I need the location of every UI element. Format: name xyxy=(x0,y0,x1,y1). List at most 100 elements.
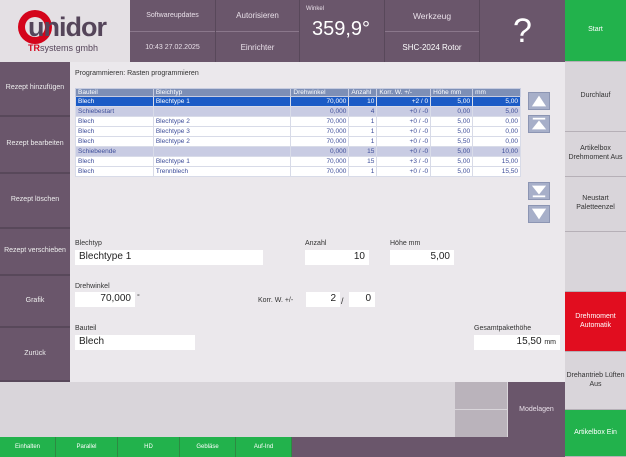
table-cell: 15 xyxy=(348,146,378,157)
bauteil-label: Bauteil xyxy=(75,325,97,332)
table-row[interactable]: Blech Blechtype 2 70,000 1 +0 / -0 5,00 0,00 xyxy=(75,116,521,127)
col-header: Korr. W. +/- xyxy=(376,88,432,97)
table-cell: 5,00 xyxy=(430,96,474,107)
table-cell: 0,00 xyxy=(472,126,521,137)
table-cell: 70,000 xyxy=(290,156,350,167)
user-role: Einrichter xyxy=(216,31,299,62)
table-cell: 70,000 xyxy=(290,96,350,107)
arrow-down-icon xyxy=(531,185,547,198)
winkel-label: Winkel xyxy=(306,6,325,12)
table-cell: 0,00 xyxy=(430,106,474,117)
drehwinkel-field[interactable]: 70,000 xyxy=(75,292,135,307)
winkel-display: Winkel 359,9° xyxy=(300,0,384,62)
bottom-button-2[interactable] xyxy=(455,410,507,437)
table-row[interactable]: Blech Blechtype 3 70,000 1 +0 / -0 5,00 0,00 xyxy=(75,126,521,137)
fkey-empty xyxy=(292,437,565,457)
sidebar-item-add-recipe[interactable]: Rezept hinzufügen xyxy=(0,62,70,117)
authorize-button[interactable]: Autorisieren xyxy=(216,0,299,31)
table-cell: +0 / -0 xyxy=(376,126,432,137)
logo-brand: unidor xyxy=(28,12,107,42)
drehantrieb-lueften-button[interactable]: Drehantrieb Lüften Aus xyxy=(565,352,626,410)
sidebar-item-back[interactable]: Zurück xyxy=(0,328,70,382)
scroll-top-button[interactable] xyxy=(528,92,550,110)
table-cell: Blechtype 3 xyxy=(152,126,292,137)
table-cell: 4 xyxy=(348,106,378,117)
korr-plus-field[interactable]: 2 xyxy=(306,292,340,307)
col-header: Höhe mm xyxy=(430,88,474,97)
durchlauf-button[interactable]: Durchlauf xyxy=(565,62,626,132)
table-cell: 10,00 xyxy=(472,146,521,157)
table-cell: 0,00 xyxy=(472,116,521,127)
start-button[interactable]: Start xyxy=(565,0,626,62)
table-row[interactable]: Blech Blechtype 1 70,000 10 +2 / 0 5,00 5,00 xyxy=(75,96,521,107)
fkey-einhalten[interactable]: Einhalten xyxy=(0,437,56,457)
werkzeug-label: Werkzeug xyxy=(385,0,479,31)
table-cell: 5,00 xyxy=(472,106,521,117)
blechtyp-label: Blechtyp xyxy=(75,240,102,247)
modelagen-button[interactable]: Modelagen xyxy=(508,382,565,437)
table-row[interactable]: Blech Blechtype 2 70,000 1 +0 / -0 5,50 0,00 xyxy=(75,136,521,147)
anzahl-field[interactable]: 10 xyxy=(305,250,369,265)
recipe-table: Bauteil Bleichtyp Drehwinkel Anzahl Korr… xyxy=(75,88,521,177)
table-cell: Blech xyxy=(75,166,154,177)
table-cell: Schiebestart xyxy=(75,106,154,117)
fkey-hd[interactable]: HD xyxy=(118,437,180,457)
table-row[interactable]: Blech Blechtype 1 70,000 15 +3 / -0 5,00 15,00 xyxy=(75,156,521,167)
col-header: Bleichtyp xyxy=(152,88,292,97)
scroll-down-button[interactable] xyxy=(528,182,550,200)
table-row[interactable]: Schiebeende 0,000 15 +0 / -0 5,00 10,00 xyxy=(75,146,521,157)
table-row[interactable]: Blech Trennblech 70,000 1 +0 / -0 5,00 15,50 xyxy=(75,166,521,177)
fkey-geblaese[interactable]: Gebläse xyxy=(180,437,236,457)
table-row[interactable]: Schiebestart 0,000 4 +0 / -0 0,00 5,00 xyxy=(75,106,521,117)
sidebar-item-graphic[interactable]: Grafik xyxy=(0,276,70,328)
anzahl-label: Anzahl xyxy=(305,240,327,247)
hoehe-label: Höhe mm xyxy=(390,240,421,247)
fkey-parallel[interactable]: Parallel xyxy=(56,437,118,457)
col-header: Drehwinkel xyxy=(290,88,350,97)
table-cell: Blech xyxy=(75,116,154,127)
table-cell: 0,000 xyxy=(290,106,350,117)
bottom-button-1[interactable] xyxy=(455,382,507,409)
table-cell xyxy=(152,106,292,117)
table-cell xyxy=(152,146,292,157)
software-button[interactable]: Softwareupdates xyxy=(130,0,215,31)
drehmoment-automatik-button[interactable]: Drehmoment Automatik xyxy=(565,292,626,352)
table-cell: Blechtype 1 xyxy=(152,96,292,107)
table-cell: 1 xyxy=(348,126,378,137)
col-header: Anzahl xyxy=(348,88,378,97)
table-cell: 5,00 xyxy=(430,116,474,127)
table-cell: Blechtype 2 xyxy=(152,136,292,147)
table-cell: +0 / -0 xyxy=(376,136,432,147)
empty-button[interactable] xyxy=(565,232,626,292)
neustart-palette-button[interactable]: Neustart Paletteenzel xyxy=(565,177,626,232)
hoehe-field[interactable]: 5,00 xyxy=(390,250,454,265)
help-button[interactable]: ? xyxy=(480,0,565,62)
table-cell: Blech xyxy=(75,136,154,147)
table-cell: Blechtype 1 xyxy=(152,156,292,167)
scroll-up-button[interactable] xyxy=(528,115,550,133)
blechtyp-field[interactable]: Blechtype 1 xyxy=(75,250,263,265)
table-cell: 1 xyxy=(348,116,378,127)
werkzeug-value[interactable]: SHC-2024 Rotor xyxy=(385,31,479,62)
sidebar-item-delete-recipe[interactable]: Rezept löschen xyxy=(0,174,70,229)
col-header: mm xyxy=(472,88,521,97)
sidebar-item-edit-recipe[interactable]: Rezept bearbeiten xyxy=(0,117,70,174)
korr-minus-field[interactable]: 0 xyxy=(349,292,375,307)
arrow-up-icon xyxy=(531,117,547,130)
artikelbox-ein-button[interactable]: Artikelbox Ein xyxy=(565,410,626,457)
bauteil-field[interactable]: Blech xyxy=(75,335,195,350)
fkey-auf-ind[interactable]: Auf-Ind xyxy=(236,437,292,457)
table-cell: 5,00 xyxy=(430,146,474,157)
table-cell: +0 / -0 xyxy=(376,106,432,117)
table-cell: Blech xyxy=(75,126,154,137)
table-cell: 5,00 xyxy=(472,96,521,107)
artikelbox-drehmoment-button[interactable]: Artikelbox Drehmoment Aus xyxy=(565,132,626,177)
sidebar-item-move-recipe[interactable]: Rezept verschieben xyxy=(0,229,70,276)
datetime: 10:43 27.02.2025 xyxy=(130,31,215,62)
col-header: Bauteil xyxy=(75,88,154,97)
scroll-bottom-button[interactable] xyxy=(528,205,550,223)
table-cell: 0,000 xyxy=(290,146,350,157)
table-cell: 0,00 xyxy=(472,136,521,147)
table-cell: +0 / -0 xyxy=(376,166,432,177)
drehwinkel-unit: ° xyxy=(137,294,140,301)
